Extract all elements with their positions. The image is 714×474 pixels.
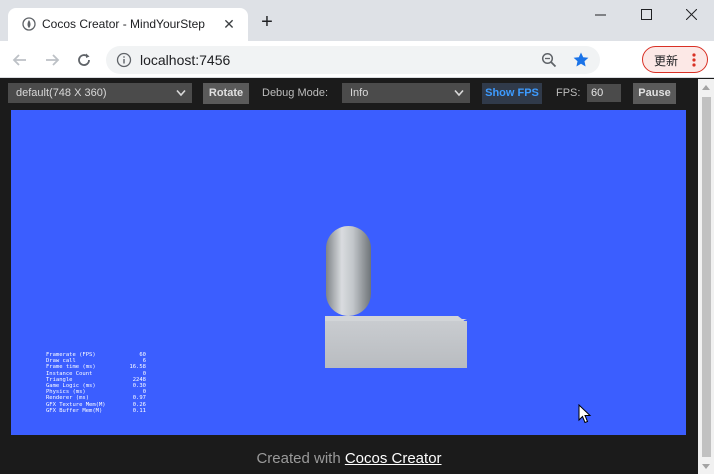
url-text[interactable]: localhost:7456 (140, 52, 230, 68)
debug-mode-label: Debug Mode: (262, 87, 329, 99)
scroll-down-icon[interactable] (702, 464, 710, 470)
chevron-down-icon (454, 89, 464, 97)
maximize-icon (640, 8, 652, 20)
capsule-player (326, 226, 371, 316)
rotate-button[interactable]: Rotate (203, 83, 249, 104)
device-select-value: default(748 X 360) (16, 87, 107, 99)
forward-arrow-icon (46, 54, 60, 66)
forward-button[interactable] (40, 48, 64, 72)
preview-toolbar: default(748 X 360) Rotate Debug Mode: In… (0, 79, 714, 108)
pause-button[interactable]: Pause (633, 83, 676, 104)
back-arrow-icon (12, 54, 26, 66)
stats-panel: Framerate (FPS) 60 Draw call 6 Frame time … (46, 352, 146, 414)
scrollbar-thumb[interactable] (702, 97, 711, 457)
device-select[interactable]: default(748 X 360) (8, 83, 192, 103)
close-icon (685, 8, 697, 20)
reload-button[interactable] (72, 48, 96, 72)
tab-title: Cocos Creator - MindYourStep (42, 17, 205, 31)
mouse-cursor-icon (578, 404, 592, 424)
minimize-icon (594, 14, 606, 15)
back-button[interactable] (8, 48, 32, 72)
stat-row: GFX Buffer Mem(M) 0.11 (46, 407, 146, 414)
more-menu-icon[interactable] (691, 51, 697, 69)
update-label: 更新 (654, 54, 679, 68)
footer: Created with Cocos Creator (0, 450, 698, 467)
debug-mode-value: Info (350, 87, 369, 99)
zoom-icon[interactable] (541, 52, 557, 68)
address-bar[interactable]: localhost:7456 (106, 46, 600, 74)
debug-mode-select[interactable]: Info (342, 83, 470, 103)
show-fps-button[interactable]: Show FPS (482, 83, 542, 104)
scroll-up-icon[interactable] (702, 84, 710, 90)
new-tab-button[interactable]: + (256, 12, 278, 34)
bookmark-star-icon[interactable] (572, 51, 590, 69)
fps-input[interactable]: 60 (587, 84, 621, 102)
fps-label: FPS: (556, 87, 581, 99)
browser-tab[interactable]: Cocos Creator - MindYourStep ✕ (8, 8, 248, 41)
reload-icon (78, 53, 90, 66)
game-canvas[interactable]: Framerate (FPS) 60 Draw call 6 Frame time … (11, 110, 686, 435)
close-window-button[interactable] (668, 0, 714, 28)
browser-toolbar: localhost:7456 更新 (0, 41, 714, 78)
minimize-button[interactable] (577, 0, 623, 28)
footer-text: Created with (256, 450, 345, 467)
maximize-button[interactable] (623, 0, 669, 28)
cocos-favicon-icon (22, 17, 36, 31)
info-icon[interactable] (116, 52, 132, 68)
box-front-face (325, 321, 467, 368)
update-button[interactable]: 更新 (642, 46, 708, 73)
tab-close-icon[interactable]: ✕ (220, 15, 238, 33)
tab-strip: Cocos Creator - MindYourStep ✕ + (0, 0, 714, 41)
chevron-down-icon (176, 89, 186, 97)
cocos-creator-link[interactable]: Cocos Creator (345, 450, 442, 467)
